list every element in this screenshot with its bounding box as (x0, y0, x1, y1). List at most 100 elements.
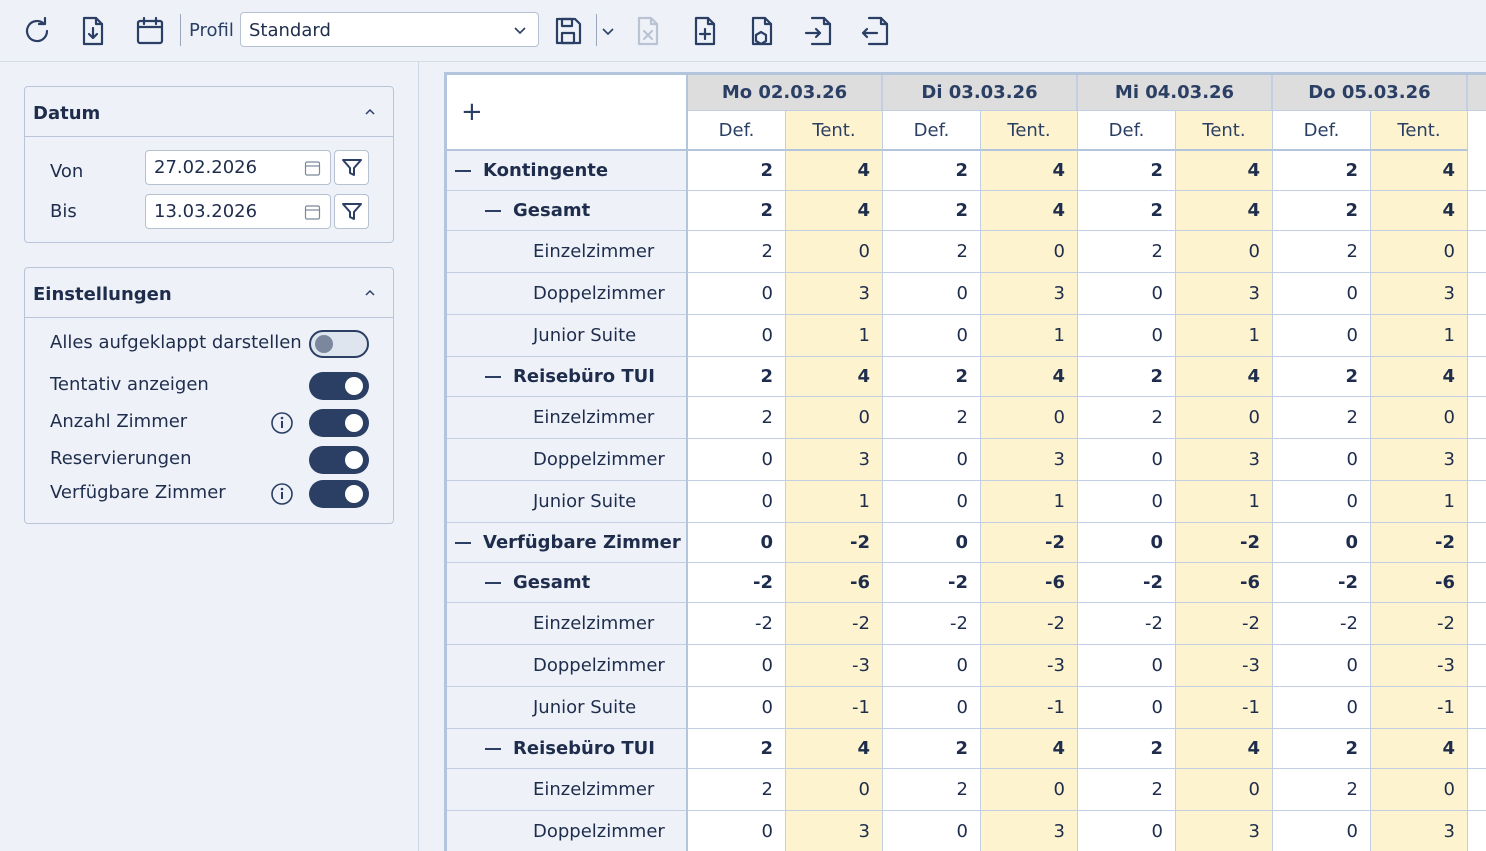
value-cell[interactable]: 2 (883, 357, 981, 397)
value-cell[interactable]: 1 (1176, 481, 1273, 523)
value-cell[interactable]: 3 (786, 439, 883, 481)
value-cell[interactable]: 0 (688, 481, 786, 523)
info-icon[interactable] (270, 482, 294, 506)
value-cell[interactable]: 0 (1273, 687, 1371, 729)
value-cell[interactable]: 1 (981, 481, 1078, 523)
row-header[interactable]: Reisebüro TUI (447, 357, 688, 397)
value-cell[interactable]: 0 (1371, 397, 1468, 439)
value-cell[interactable]: -2 (786, 603, 883, 645)
value-cell[interactable]: 2 (688, 769, 786, 811)
file-package-icon[interactable] (744, 12, 780, 50)
value-cell[interactable]: 0 (786, 231, 883, 273)
value-cell[interactable]: 1 (786, 315, 883, 357)
value-cell[interactable]: 0 (688, 687, 786, 729)
value-cell[interactable]: 3 (981, 439, 1078, 481)
save-dropdown-chevron-icon[interactable] (598, 20, 618, 42)
value-cell[interactable]: 2 (883, 231, 981, 273)
calendar-icon[interactable] (132, 12, 168, 50)
value-cell[interactable]: -3 (1371, 645, 1468, 687)
von-date-input[interactable]: 27.02.2026 (145, 150, 331, 185)
value-cell[interactable]: 0 (1176, 769, 1273, 811)
setting-toggle[interactable] (309, 330, 369, 358)
value-cell[interactable]: 1 (1176, 315, 1273, 357)
value-cell[interactable]: 0 (688, 273, 786, 315)
value-cell[interactable]: -2 (1078, 603, 1176, 645)
value-cell[interactable]: 0 (688, 523, 786, 563)
value-cell[interactable]: 2 (688, 231, 786, 273)
value-cell[interactable]: 1 (1371, 481, 1468, 523)
value-cell[interactable]: 3 (1176, 439, 1273, 481)
value-cell[interactable]: -2 (1176, 603, 1273, 645)
value-cell[interactable]: -1 (1371, 687, 1468, 729)
collapse-icon[interactable] (485, 747, 501, 750)
value-cell[interactable]: -6 (1176, 563, 1273, 603)
value-cell[interactable]: -3 (981, 645, 1078, 687)
value-cell[interactable]: 0 (1078, 481, 1176, 523)
value-cell[interactable]: -6 (981, 563, 1078, 603)
collapse-icon[interactable] (485, 209, 501, 212)
value-cell[interactable]: 0 (883, 811, 981, 851)
value-cell[interactable]: 4 (981, 357, 1078, 397)
value-cell[interactable]: 0 (883, 645, 981, 687)
value-cell[interactable]: 1 (1371, 315, 1468, 357)
row-header[interactable]: Gesamt (447, 191, 688, 231)
value-cell[interactable]: 0 (1273, 315, 1371, 357)
value-cell[interactable]: 4 (981, 191, 1078, 231)
value-cell[interactable]: -1 (1176, 687, 1273, 729)
value-cell[interactable]: -1 (786, 687, 883, 729)
add-file-icon[interactable] (687, 12, 723, 50)
value-cell[interactable]: -2 (981, 523, 1078, 563)
value-cell[interactable]: 4 (1176, 729, 1273, 769)
row-header[interactable]: Reisebüro TUI (447, 729, 688, 769)
value-cell[interactable]: 0 (1078, 439, 1176, 481)
value-cell[interactable]: -2 (1273, 603, 1371, 645)
value-cell[interactable]: 0 (883, 315, 981, 357)
value-cell[interactable]: 4 (786, 191, 883, 231)
value-cell[interactable]: 0 (1273, 481, 1371, 523)
value-cell[interactable]: 2 (688, 191, 786, 231)
value-cell[interactable]: 2 (883, 397, 981, 439)
row-header[interactable]: Gesamt (447, 563, 688, 603)
collapse-icon[interactable] (455, 541, 471, 544)
refresh-icon[interactable] (19, 12, 55, 50)
value-cell[interactable]: 4 (981, 729, 1078, 769)
setting-toggle[interactable] (309, 409, 369, 437)
value-cell[interactable]: 3 (981, 273, 1078, 315)
value-cell[interactable]: 4 (786, 729, 883, 769)
value-cell[interactable]: 0 (786, 769, 883, 811)
einstellungen-card-header[interactable]: Einstellungen (25, 268, 393, 318)
value-cell[interactable]: 4 (1176, 151, 1273, 191)
value-cell[interactable]: 3 (1371, 439, 1468, 481)
info-icon[interactable] (270, 411, 294, 435)
value-cell[interactable]: 2 (1273, 231, 1371, 273)
calendar-icon[interactable] (304, 204, 321, 221)
save-icon[interactable] (550, 12, 586, 50)
value-cell[interactable]: 4 (1371, 357, 1468, 397)
value-cell[interactable]: -2 (883, 563, 981, 603)
setting-toggle[interactable] (309, 480, 369, 508)
value-cell[interactable]: 4 (1371, 191, 1468, 231)
value-cell[interactable]: 0 (1371, 769, 1468, 811)
value-cell[interactable]: 4 (1176, 357, 1273, 397)
setting-toggle[interactable] (309, 372, 369, 400)
value-cell[interactable]: 2 (1078, 729, 1176, 769)
value-cell[interactable]: -2 (1078, 563, 1176, 603)
row-header[interactable]: Kontingente (447, 151, 688, 191)
value-cell[interactable]: 0 (1273, 523, 1371, 563)
value-cell[interactable]: -2 (883, 603, 981, 645)
value-cell[interactable]: -2 (786, 523, 883, 563)
value-cell[interactable]: 4 (786, 151, 883, 191)
value-cell[interactable]: 2 (688, 729, 786, 769)
value-cell[interactable]: 2 (1273, 151, 1371, 191)
value-cell[interactable]: 0 (1176, 231, 1273, 273)
value-cell[interactable]: 0 (1273, 273, 1371, 315)
value-cell[interactable]: -1 (981, 687, 1078, 729)
value-cell[interactable]: 3 (786, 273, 883, 315)
value-cell[interactable]: 2 (1078, 397, 1176, 439)
value-cell[interactable]: 4 (981, 151, 1078, 191)
value-cell[interactable]: 4 (1371, 151, 1468, 191)
value-cell[interactable]: 3 (1176, 273, 1273, 315)
setting-toggle[interactable] (309, 446, 369, 474)
export-icon[interactable] (858, 12, 894, 50)
value-cell[interactable]: -2 (981, 603, 1078, 645)
